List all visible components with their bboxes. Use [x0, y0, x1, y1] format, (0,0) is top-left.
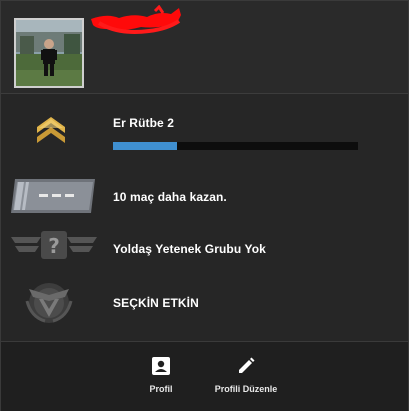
edit-profile-button-label: Profili Düzenle [214, 384, 278, 394]
player-avatar-photo [16, 20, 82, 86]
rank-progress-fill [113, 142, 177, 150]
rank-row: Er Rütbe 2 [1, 103, 408, 165]
chevron-rank-icon [37, 117, 65, 143]
profile-card-icon [152, 357, 170, 375]
skill-group-label: Yoldaş Yetenek Grubu Yok [113, 242, 266, 256]
avatar[interactable] [14, 18, 84, 88]
profile-header [1, 1, 408, 93]
profile-panel: Er Rütbe 2 10 maç daha kazan. ? Yoldaş Y… [0, 0, 409, 411]
redacted-username [91, 5, 181, 34]
rank-label: Er Rütbe 2 [113, 116, 175, 130]
pencil-icon [239, 357, 255, 373]
profile-footer: Profil Profili Düzenle [1, 341, 408, 411]
divider [1, 93, 408, 94]
profile-button-label: Profil [149, 384, 173, 394]
skill-group-row: ? Yoldaş Yetenek Grubu Yok [1, 217, 408, 279]
unknown-skill-group-icon: ? [11, 231, 97, 259]
profile-button[interactable]: Profil [139, 356, 183, 404]
svg-text:?: ? [48, 234, 60, 258]
wins-label: 10 maç daha kazan. [113, 190, 227, 204]
rank-progress-bar [113, 142, 358, 150]
prime-label: SEÇKİN ETKİN [113, 296, 199, 310]
prime-emblem-icon [25, 283, 73, 323]
prime-row: SEÇKİN ETKİN [1, 271, 408, 333]
edit-profile-button[interactable]: Profili Düzenle [206, 356, 286, 404]
